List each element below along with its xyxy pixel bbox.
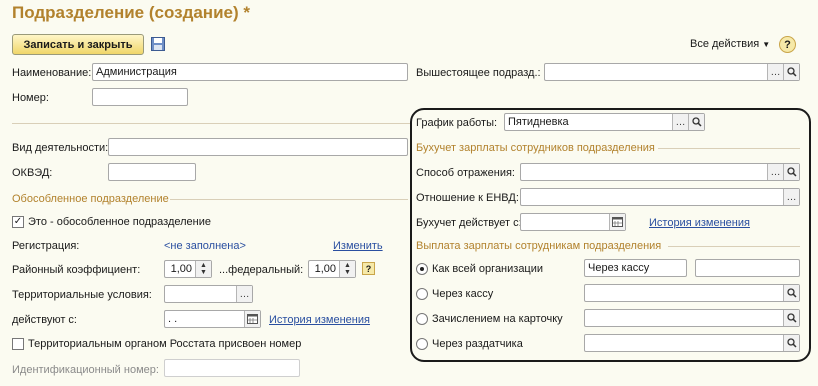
acc-effective-label: Бухучет действует с: bbox=[416, 217, 522, 229]
search-icon[interactable] bbox=[783, 285, 799, 301]
search-icon[interactable] bbox=[688, 114, 704, 130]
rosstat-checkbox[interactable]: Территориальным органом Росстата присвое… bbox=[12, 338, 301, 350]
id-number-input[interactable] bbox=[164, 359, 300, 377]
federal-label: ...федеральный: bbox=[219, 264, 304, 276]
acc-effective-date-input[interactable] bbox=[520, 213, 626, 231]
spin-updown-icon[interactable]: ▲ ▼ bbox=[339, 261, 355, 277]
ellipsis-icon[interactable]: … bbox=[236, 286, 252, 302]
number-label: Номер: bbox=[12, 92, 49, 104]
checkbox-icon bbox=[12, 338, 24, 350]
payment-option-label: Через кассу bbox=[432, 288, 494, 300]
federal-input[interactable]: 1,00 ▲ ▼ bbox=[308, 260, 356, 278]
search-icon[interactable] bbox=[783, 310, 799, 326]
parent-input[interactable]: … bbox=[544, 63, 800, 81]
okved-input[interactable] bbox=[108, 163, 196, 181]
help-icon[interactable]: ? bbox=[779, 36, 796, 53]
schedule-input[interactable]: Пятидневка … bbox=[504, 113, 705, 131]
chevron-down-icon: ▼ bbox=[762, 40, 771, 49]
envd-input[interactable]: … bbox=[520, 188, 800, 206]
ellipsis-icon[interactable]: … bbox=[783, 189, 799, 205]
calendar-icon[interactable] bbox=[244, 311, 260, 327]
section-divider bbox=[170, 199, 408, 200]
search-icon[interactable] bbox=[783, 164, 799, 180]
effective-date-input[interactable]: . . bbox=[164, 310, 261, 328]
territorial-label: Территориальные условия: bbox=[12, 289, 152, 301]
checkbox-checked-icon: ✓ bbox=[12, 216, 24, 228]
is-separate-label: Это - обособленное подразделение bbox=[28, 216, 211, 228]
section-divider bbox=[658, 148, 800, 149]
parent-label: Вышестоящее подразд.: bbox=[416, 67, 541, 79]
all-actions-menu[interactable]: Все действия ▼ bbox=[690, 38, 770, 50]
parent-value bbox=[545, 64, 767, 80]
district-coef-input[interactable]: 1,00 ▲ ▼ bbox=[164, 260, 212, 278]
registration-label: Регистрация: bbox=[12, 240, 80, 252]
effective-date-value: . . bbox=[168, 313, 178, 325]
all-actions-label: Все действия bbox=[690, 38, 760, 50]
name-label: Наименование: bbox=[12, 67, 92, 79]
id-number-label: Идентификационный номер: bbox=[12, 364, 159, 376]
cash-desk-input[interactable] bbox=[584, 284, 800, 302]
spin-updown-icon[interactable]: ▲ ▼ bbox=[195, 261, 211, 277]
card-project-input[interactable] bbox=[584, 309, 800, 327]
registration-value: <не заполнена> bbox=[164, 240, 246, 252]
radio-icon bbox=[416, 313, 428, 325]
separate-section-title: Обособленное подразделение bbox=[12, 193, 169, 205]
registration-change-link[interactable]: Изменить bbox=[333, 240, 383, 252]
search-icon[interactable] bbox=[783, 335, 799, 351]
payment-section-title: Выплата зарплаты сотрудникам подразделен… bbox=[416, 240, 662, 252]
accounting-section-title: Бухучет зарплаты сотрудников подразделен… bbox=[416, 142, 655, 154]
federal-value: 1,00 bbox=[314, 263, 336, 275]
territorial-input[interactable]: … bbox=[164, 285, 253, 303]
rosstat-label: Территориальным органом Росстата присвое… bbox=[28, 338, 302, 350]
save-icon[interactable] bbox=[151, 37, 165, 51]
district-coef-value: 1,00 bbox=[170, 263, 192, 275]
name-input[interactable]: Администрация bbox=[92, 63, 408, 81]
radio-selected-icon bbox=[416, 263, 428, 275]
activity-input[interactable] bbox=[108, 138, 408, 156]
reflection-label: Способ отражения: bbox=[416, 167, 515, 179]
search-icon[interactable] bbox=[783, 64, 799, 80]
okved-label: ОКВЭД: bbox=[12, 167, 53, 179]
payment-option-label: Зачислением на карточку bbox=[432, 313, 563, 325]
org-payment-value: Через кассу bbox=[584, 259, 687, 277]
ellipsis-icon[interactable]: … bbox=[672, 114, 688, 130]
envd-label: Отношение к ЕНВД: bbox=[416, 192, 519, 204]
payment-option-card[interactable]: Зачислением на карточку bbox=[416, 313, 563, 325]
calendar-icon[interactable] bbox=[609, 214, 625, 230]
divider bbox=[12, 123, 410, 124]
history-link[interactable]: История изменения bbox=[269, 314, 370, 326]
payment-option-cash[interactable]: Через кассу bbox=[416, 288, 493, 300]
effective-label: действуют с: bbox=[12, 314, 77, 326]
ellipsis-icon[interactable]: … bbox=[767, 164, 783, 180]
save-and-close-button[interactable]: Записать и закрыть bbox=[12, 34, 144, 55]
org-payment-extra bbox=[695, 259, 800, 277]
payment-option-label: Как всей организации bbox=[432, 263, 544, 275]
payment-option-label: Через раздатчика bbox=[432, 338, 523, 350]
activity-label: Вид деятельности: bbox=[12, 142, 109, 154]
radio-icon bbox=[416, 288, 428, 300]
reflection-input[interactable]: … bbox=[520, 163, 800, 181]
ellipsis-icon[interactable]: … bbox=[767, 64, 783, 80]
is-separate-checkbox[interactable]: ✓ Это - обособленное подразделение bbox=[12, 216, 211, 228]
payment-option-distributor[interactable]: Через раздатчика bbox=[416, 338, 523, 350]
section-divider bbox=[668, 246, 800, 247]
question-icon[interactable]: ? bbox=[362, 262, 375, 275]
district-coef-label: Районный коэффициент: bbox=[12, 264, 141, 276]
schedule-label: График работы: bbox=[416, 117, 498, 129]
payment-option-org[interactable]: Как всей организации bbox=[416, 263, 543, 275]
number-input[interactable] bbox=[92, 88, 188, 106]
schedule-value: Пятидневка bbox=[508, 116, 569, 128]
acc-history-link[interactable]: История изменения bbox=[649, 217, 750, 229]
radio-icon bbox=[416, 338, 428, 350]
distributor-input[interactable] bbox=[584, 334, 800, 352]
page-title: Подразделение (создание) * bbox=[12, 3, 250, 22]
